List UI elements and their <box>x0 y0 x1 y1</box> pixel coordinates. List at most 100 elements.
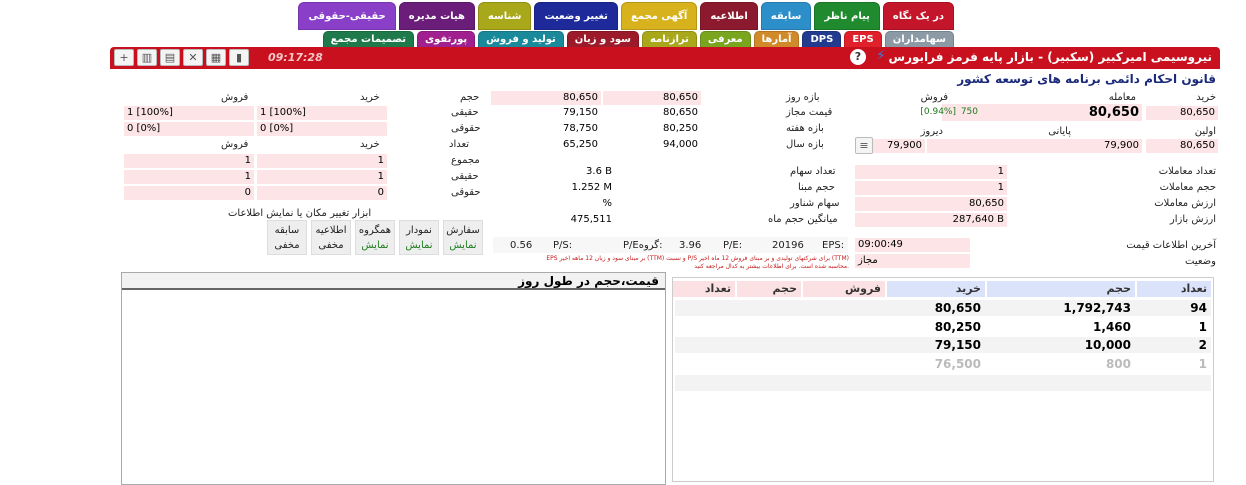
add-icon[interactable]: + <box>114 49 134 66</box>
trades-value-label: ارزش معاملات <box>1154 198 1216 209</box>
count-buy-header: خرید <box>360 139 380 150</box>
pe-value: 3.96 <box>679 240 702 251</box>
last-price: 80,650 <box>1088 105 1139 120</box>
book-header-buy-price: خرید <box>887 281 985 297</box>
toggle-history[interactable]: سابقه مخفی <box>267 220 307 255</box>
toggle-peer-group[interactable]: همگروه نمایش <box>355 220 395 255</box>
toggle-orders-name: سفارش <box>446 225 480 236</box>
tool-settings-title: ابزار تغییر مکان یا نمایش اطلاعات <box>228 208 372 219</box>
year-range-low: 65,250 <box>563 139 598 150</box>
tab-history[interactable]: سابقه <box>760 2 812 30</box>
indiv-volume-header: حجم <box>460 92 480 103</box>
tab-portfolio[interactable]: پورتفوی <box>416 31 476 48</box>
ratios-note-line2: محاسبه شده است. برای اطلاعات بیشتر به کد… <box>694 263 849 270</box>
book-header-sell-volume: حجم <box>737 281 801 297</box>
book-header-buy-volume: حجم <box>987 281 1135 297</box>
tab-production-sales[interactable]: تولید و فروش <box>478 31 564 48</box>
legal-sell: 0 [0%] <box>124 122 254 136</box>
book-header-sell-count: تعداد <box>673 281 735 297</box>
tab-intro[interactable]: معرفی <box>699 31 751 48</box>
clock: 09:17:28 <box>268 51 323 64</box>
book-row1-volume: 1,792,743 <box>1063 301 1131 315</box>
toggle-history-name: سابقه <box>274 225 300 236</box>
change-volume: 750 <box>960 107 978 117</box>
shares-label: تعداد سهام <box>790 166 836 177</box>
closing-price: 79,900 <box>927 139 1142 153</box>
tab-meeting-notice[interactable]: آگهی مجمع <box>620 2 698 30</box>
sell-header: فروش <box>920 92 948 103</box>
day-range-label: بازه روز <box>786 92 820 103</box>
document-icon[interactable]: ▤ <box>160 49 180 66</box>
tab-dps[interactable]: DPS <box>802 31 842 48</box>
sum-label: مجموع <box>451 155 480 166</box>
tab-row-secondary: سهامداران EPS DPS آمارها معرفی ترازنامه … <box>322 31 954 48</box>
table-icon[interactable]: ▦ <box>206 49 226 66</box>
legal-buy: 0 [0%] <box>257 122 387 136</box>
book-row4-price: 76,500 <box>934 357 981 371</box>
tab-shareholders[interactable]: سهامداران <box>884 31 954 48</box>
book-row3-price: 79,150 <box>934 338 981 352</box>
help-icon[interactable]: ? <box>850 49 866 65</box>
book-row2-volume: 1,460 <box>1093 320 1131 334</box>
float-value: % <box>602 198 612 209</box>
tab-announcement[interactable]: اطلاعیه <box>700 2 758 30</box>
trades-volume-label: حجم معاملات <box>1159 182 1216 193</box>
tab-board[interactable]: هیات مدیره <box>398 2 475 30</box>
allowed-high: 80,650 <box>663 107 698 118</box>
first-label: اولین <box>1194 126 1216 137</box>
bolt-icon[interactable]: ⚡ <box>876 48 886 64</box>
eps-value: 20196 <box>772 240 804 251</box>
week-range-low: 78,750 <box>563 123 598 134</box>
toggle-announcement[interactable]: اطلاعیه مخفی <box>311 220 351 255</box>
toolbar: + ▥ ▤ ✕ ▦ ▮ <box>114 49 249 66</box>
tab-real-legal[interactable]: حقیقی-حقوقی <box>298 2 396 30</box>
sum-sell: 1 <box>124 154 254 168</box>
tools-icon[interactable]: ✕ <box>183 49 203 66</box>
buy-header: خرید <box>1196 92 1216 103</box>
trades-value-value: 80,650 <box>855 197 1007 211</box>
buy-price: 80,650 <box>1146 106 1218 120</box>
toggle-peer-state: نمایش <box>361 240 389 251</box>
tab-profit-loss[interactable]: سود و زیان <box>566 31 639 48</box>
book-row4-volume: 800 <box>1105 357 1131 371</box>
shares-value: 3.6 B <box>586 166 612 177</box>
deal-header: معامله <box>1108 92 1136 103</box>
book-row2-count: 1 <box>1198 320 1207 334</box>
delete-icon[interactable]: ▥ <box>137 49 157 66</box>
tab-meeting-decisions[interactable]: تصمیمات مجمع <box>322 31 414 48</box>
real2-buy: 1 <box>257 170 387 184</box>
tab-identity[interactable]: شناسه <box>477 2 532 30</box>
tab-row-primary: در یک نگاه پیام ناظر سابقه اطلاعیه آگهی … <box>298 2 954 30</box>
legal2-buy: 0 <box>257 186 387 200</box>
year-range-label: بازه سال <box>786 139 824 150</box>
toggle-chart[interactable]: نمودار نمایش <box>399 220 439 255</box>
tab-balance-sheet[interactable]: ترازنامه <box>641 31 697 48</box>
order-book: تعداد حجم خرید فروش حجم تعداد 94 1,792,7… <box>672 277 1214 482</box>
toggle-orders[interactable]: سفارش نمایش <box>443 220 483 255</box>
trades-count-label: تعداد معاملات <box>1158 166 1216 177</box>
base-volume-label: حجم مبنا <box>798 182 835 193</box>
indiv-sell-header: فروش <box>221 92 249 103</box>
book-row1-count: 94 <box>1190 301 1207 315</box>
tab-status-change[interactable]: تغییر وضعیت <box>534 2 618 30</box>
real2-sell: 1 <box>124 170 254 184</box>
real-label: حقیقی <box>451 107 479 118</box>
toggle-chart-state: نمایش <box>405 240 433 251</box>
toggle-orders-state: نمایش <box>449 240 477 251</box>
book-header-sell-price: فروش <box>803 281 885 297</box>
bar-chart-icon[interactable]: ▮ <box>229 49 249 66</box>
tab-stats[interactable]: آمارها <box>753 31 800 48</box>
tab-overview[interactable]: در یک نگاه <box>882 2 954 30</box>
avg-volume-label: میانگین حجم ماه <box>768 214 838 225</box>
week-range-high: 80,250 <box>663 123 698 134</box>
tab-eps[interactable]: EPS <box>844 31 882 48</box>
base-volume-value: 1.252 M <box>571 182 612 193</box>
real2-label: حقیقی <box>451 171 479 182</box>
settings-sliders-icon[interactable]: ≡ <box>855 137 873 154</box>
tab-supervisor-message[interactable]: پیام ناظر <box>814 2 880 30</box>
toggle-announcement-name: اطلاعیه <box>315 225 347 236</box>
book-row3-volume: 10,000 <box>1084 338 1131 352</box>
book-header-buy-count: تعداد <box>1137 281 1211 297</box>
real-sell: 1 [100%] <box>124 106 254 120</box>
yesterday-label: دیروز <box>920 126 943 137</box>
